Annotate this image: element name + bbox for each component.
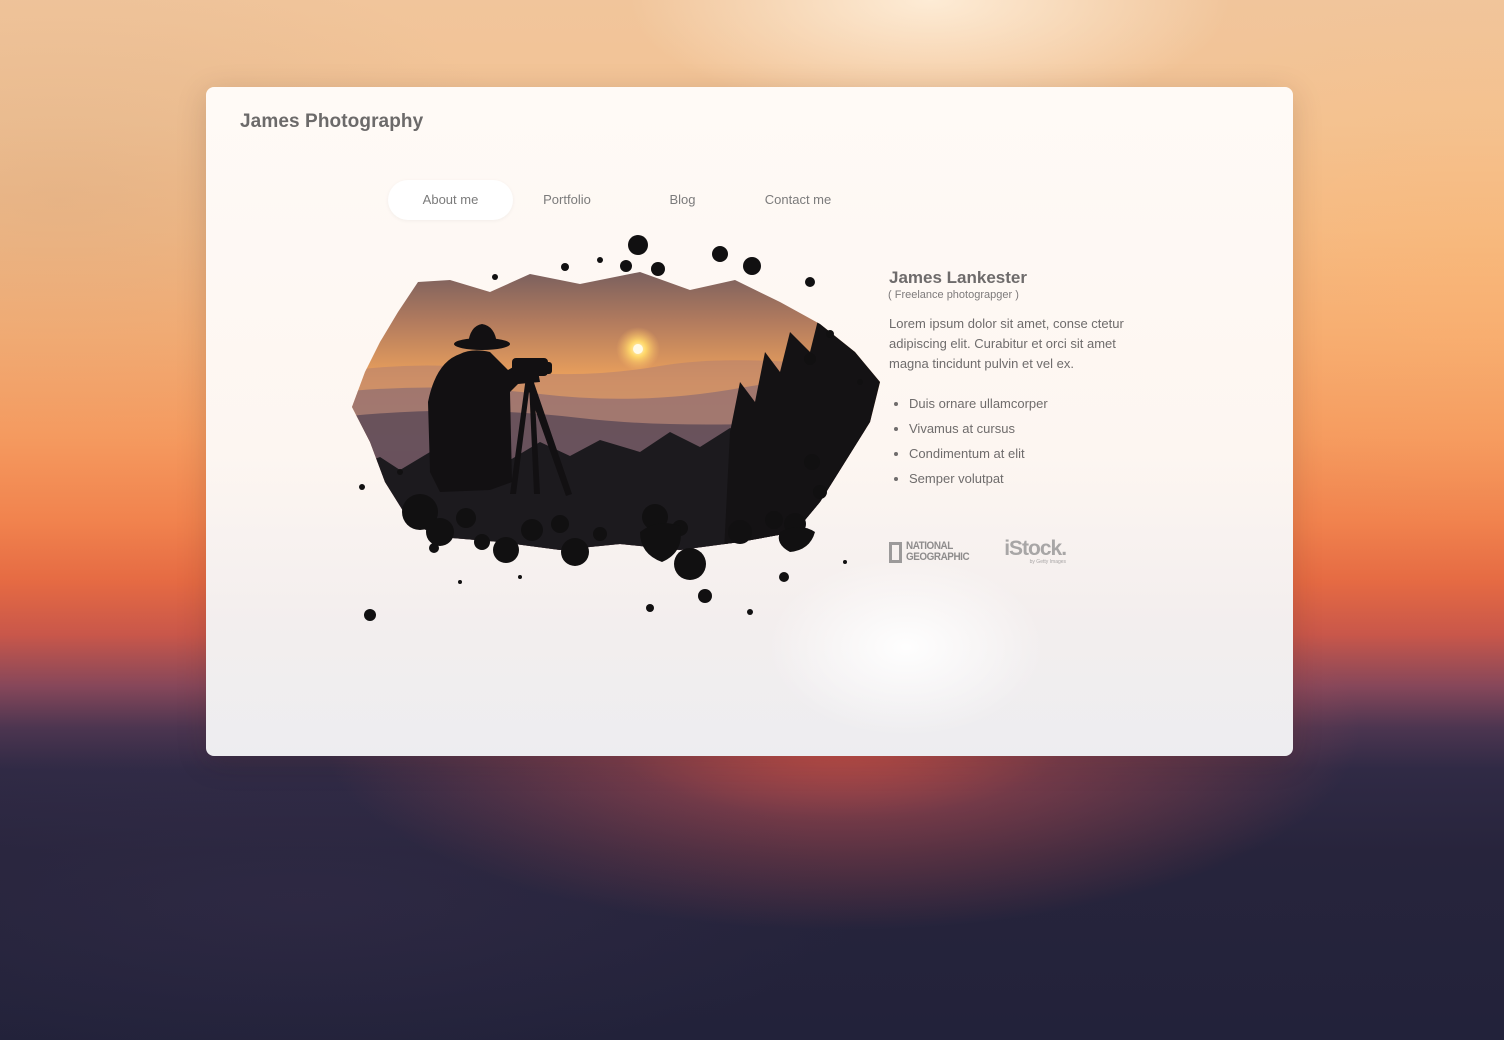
- bio-name: James Lankester: [889, 268, 1027, 287]
- list-item: Duis ornare ullamcorper: [909, 391, 1129, 416]
- site-title[interactable]: James Photography: [240, 111, 423, 133]
- nav-contact-me[interactable]: Contact me: [744, 180, 852, 220]
- list-item: Condimentum at elit: [909, 441, 1129, 466]
- natgeo-frame-icon: [889, 541, 902, 563]
- istock-wordmark: iStock.: [1004, 537, 1067, 560]
- main-card: James Photography About me Portfolio Blo…: [206, 87, 1293, 756]
- bio-list: Duis ornare ullamcorper Vivamus at cursu…: [889, 391, 1129, 491]
- client-logos: NATIONAL GEOGRAPHIC iStock. by Getty Ima…: [889, 537, 1067, 565]
- hero-splash-image: [352, 235, 880, 621]
- bio-section: James Lankester ( Freelance photograpger…: [888, 268, 1129, 491]
- istock-logo: iStock. by Getty Images: [1004, 537, 1067, 565]
- national-geographic-logo: NATIONAL GEOGRAPHIC: [889, 541, 976, 563]
- list-item: Semper volutpat: [909, 466, 1129, 491]
- istock-subtitle: by Getty Images: [1029, 559, 1067, 565]
- bio-role: ( Freelance photograpger ): [888, 289, 1019, 301]
- natgeo-line-2: GEOGRAPHIC: [906, 551, 970, 563]
- nav-blog[interactable]: Blog: [621, 180, 744, 220]
- nav-about-me[interactable]: About me: [388, 180, 513, 220]
- bio-text: Lorem ipsum dolor sit amet, conse ctetur…: [889, 316, 1124, 371]
- main-nav: About me Portfolio Blog Contact me: [388, 180, 852, 220]
- list-item: Vivamus at cursus: [909, 416, 1129, 441]
- nav-portfolio[interactable]: Portfolio: [513, 180, 621, 220]
